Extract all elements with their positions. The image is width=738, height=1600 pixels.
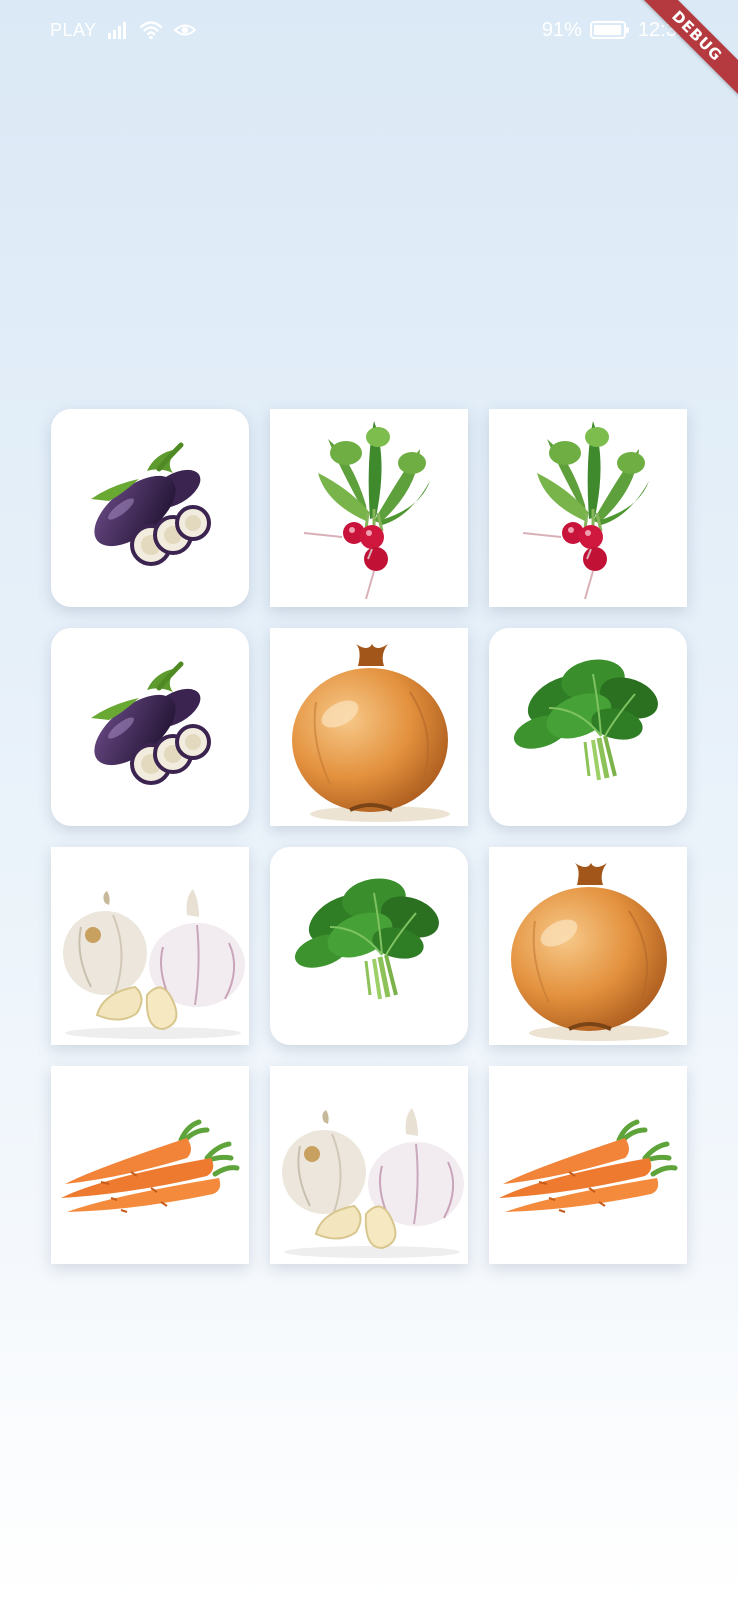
battery-percent: 91% (541, 18, 582, 41)
memory-card-grid (51, 409, 687, 1264)
onion-image (511, 863, 669, 1041)
card-carrot[interactable] (489, 1066, 687, 1264)
radish-image (522, 421, 649, 600)
eye-icon (173, 21, 197, 39)
status-bar-left: PLAY (50, 17, 197, 43)
battery-icon (589, 20, 630, 40)
carrot-image (499, 1119, 678, 1213)
card-spinach[interactable] (270, 847, 468, 1045)
card-spinach[interactable] (489, 628, 687, 826)
card-radish[interactable] (270, 409, 468, 607)
garlic-image (282, 1108, 464, 1258)
wifi-icon (139, 20, 163, 40)
clock: 12:31 (637, 18, 688, 41)
carrot-image (61, 1119, 240, 1213)
card-onion[interactable] (270, 628, 468, 826)
card-garlic[interactable] (270, 1066, 468, 1264)
card-radish[interactable] (489, 409, 687, 607)
card-eggplant[interactable] (51, 628, 249, 826)
signal-icon (107, 21, 129, 39)
spinach-image (294, 878, 439, 1000)
garlic-image (63, 889, 245, 1039)
onion-image (292, 644, 450, 822)
card-garlic[interactable] (51, 847, 249, 1045)
card-onion[interactable] (489, 847, 687, 1045)
eggplant-image (91, 442, 211, 566)
card-eggplant[interactable] (51, 409, 249, 607)
eggplant-image (91, 661, 211, 785)
status-bar: PLAY 91% 12:31 (0, 0, 738, 60)
carrier-label: PLAY (50, 19, 97, 40)
card-carrot[interactable] (51, 1066, 249, 1264)
spinach-image (513, 659, 658, 781)
status-bar-right: 91% 12:31 (542, 17, 688, 43)
radish-image (303, 421, 430, 600)
